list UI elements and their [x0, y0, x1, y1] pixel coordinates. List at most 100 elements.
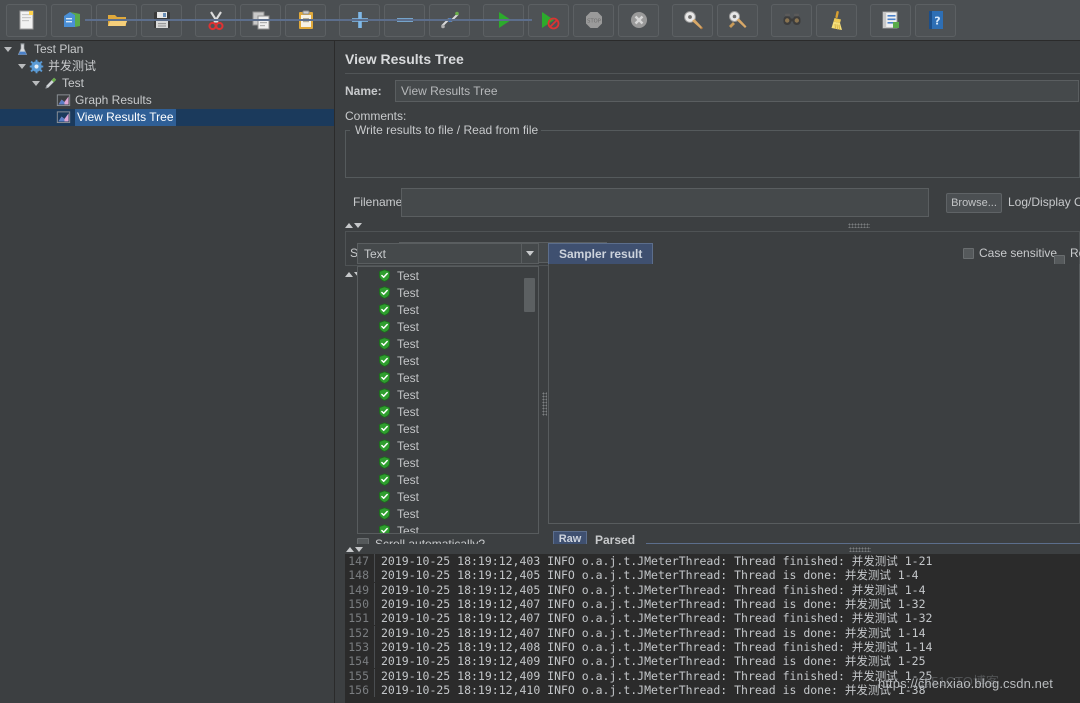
thread-group-icon: [29, 59, 44, 74]
success-shield-icon: [379, 422, 390, 435]
list-item[interactable]: Test: [358, 522, 538, 533]
success-shield-icon: [379, 320, 390, 333]
shutdown-icon: [630, 12, 647, 28]
log-line-number: 147: [345, 554, 375, 569]
tree-node-view-results-tree[interactable]: View Results Tree: [0, 109, 334, 126]
collapse-up-icon[interactable]: [346, 547, 354, 552]
tree-node-graph-results[interactable]: Graph Results: [0, 92, 334, 109]
function-helper-button[interactable]: [870, 3, 911, 37]
reset-search-button[interactable]: [816, 3, 857, 37]
svg-text:STOP: STOP: [587, 19, 601, 25]
success-shield-icon: [379, 371, 390, 384]
list-item[interactable]: Test: [358, 420, 538, 437]
filename-input[interactable]: [401, 188, 929, 217]
clear-button[interactable]: [672, 3, 713, 37]
list-item[interactable]: Test: [358, 505, 538, 522]
list-item[interactable]: Test: [358, 335, 538, 352]
log-line-text: 2019-10-25 18:19:12,410 INFO o.a.j.t.JMe…: [381, 682, 926, 697]
tree-node-label: Test Plan: [34, 42, 84, 56]
log-line-number: 154: [345, 654, 375, 669]
list-item[interactable]: Test: [358, 284, 538, 301]
collapse-up-icon[interactable]: [345, 223, 353, 228]
clear-all-button[interactable]: [717, 3, 758, 37]
list-item[interactable]: Test: [358, 437, 538, 454]
expand-arrow-icon[interactable]: [3, 44, 14, 55]
splitter-divider-top[interactable]: [345, 221, 1080, 230]
search-tree-button[interactable]: [771, 3, 812, 37]
tree-node-test-plan[interactable]: Test Plan: [0, 41, 334, 58]
log-line: 151 2019-10-25 18:19:12,407 INFO o.a.j.t.…: [345, 611, 1080, 625]
svg-text:?: ?: [934, 15, 940, 28]
success-shield-icon: [379, 303, 390, 316]
tree-node-label: Test: [62, 76, 85, 90]
list-item[interactable]: Test: [358, 454, 538, 471]
collapse-down-icon[interactable]: [355, 547, 363, 552]
start-no-pauses-icon: [541, 12, 559, 30]
success-shield-icon: [379, 473, 390, 486]
tree-node-label: Graph Results: [75, 93, 152, 107]
clear-all-icon: [728, 11, 746, 28]
results-list-scrollbar-thumb[interactable]: [524, 278, 535, 312]
new-button[interactable]: [6, 3, 47, 37]
collapse-up-icon[interactable]: [345, 272, 353, 277]
vertical-splitter-grip[interactable]: [542, 392, 547, 416]
name-label: Name:: [345, 84, 382, 98]
sampler-icon: [45, 77, 57, 89]
log-line: 154 2019-10-25 18:19:12,409 INFO o.a.j.t.…: [345, 654, 1080, 668]
function-helper-icon: [882, 11, 899, 29]
renderer-dropdown-button[interactable]: [521, 244, 538, 263]
search-icon: [783, 13, 800, 25]
log-line-number: 156: [345, 682, 375, 697]
page-title: View Results Tree: [345, 51, 464, 67]
list-item[interactable]: Test: [358, 403, 538, 420]
toolbar-separator-4: [661, 20, 670, 21]
expand-arrow-icon[interactable]: [31, 78, 42, 89]
help-button[interactable]: ?: [915, 3, 956, 37]
group-title: Write results to file / Read from file: [352, 123, 542, 137]
start-no-pauses-button[interactable]: [528, 3, 569, 37]
list-item-label: Test: [397, 455, 420, 470]
log-line: 150 2019-10-25 18:19:12,407 INFO o.a.j.t.…: [345, 597, 1080, 611]
splitter-grip[interactable]: [849, 547, 871, 552]
list-item-label: Test: [397, 489, 420, 504]
renderer-select[interactable]: Text: [357, 243, 539, 264]
splitter-grip[interactable]: [848, 223, 870, 228]
list-item-label: Test: [397, 268, 420, 283]
log-splitter-divider[interactable]: [345, 544, 1080, 554]
tree-node-thread-group[interactable]: 并发测试: [0, 58, 334, 75]
list-item[interactable]: Test: [358, 352, 538, 369]
test-plan-tree[interactable]: Test Plan 并发测试 Test Graph Results View R…: [0, 41, 335, 703]
list-item-label: Test: [397, 387, 420, 402]
list-item-label: Test: [397, 404, 420, 419]
help-icon: ?: [928, 11, 943, 29]
log-line-number: 150: [345, 597, 375, 612]
log-line-number: 149: [345, 582, 375, 597]
title-divider: [345, 73, 1080, 74]
watermark-url: https://chenxiao.blog.csdn.net: [878, 676, 1054, 691]
success-shield-icon: [379, 490, 390, 503]
list-item[interactable]: Test: [358, 369, 538, 386]
list-item[interactable]: Test: [358, 301, 538, 318]
list-item[interactable]: Test: [358, 471, 538, 488]
results-list[interactable]: Test Test Test Test Test Test Test Test Test Test…: [357, 266, 539, 534]
list-item[interactable]: Test: [358, 318, 538, 335]
name-input[interactable]: View Results Tree: [395, 80, 1079, 102]
tree-node-sampler[interactable]: Test: [0, 75, 334, 92]
stop-button[interactable]: STOP: [573, 3, 614, 37]
templates-icon: [63, 12, 80, 27]
log-line-number: 148: [345, 568, 375, 583]
list-item[interactable]: Test: [358, 267, 538, 284]
log-divider-arrows[interactable]: [346, 545, 1080, 554]
collapse-down-icon[interactable]: [354, 223, 362, 228]
expand-arrow-icon[interactable]: [17, 61, 28, 72]
browse-button[interactable]: Browse...: [946, 193, 1002, 213]
log-line: 153 2019-10-25 18:19:12,408 INFO o.a.j.t.…: [345, 639, 1080, 654]
filename-label: Filename: [353, 195, 403, 209]
sampler-result-body[interactable]: [548, 264, 1080, 524]
list-item[interactable]: Test: [358, 488, 538, 505]
tab-sampler-result[interactable]: Sampler result: [548, 243, 654, 264]
shutdown-button[interactable]: [618, 3, 659, 37]
log-line-number: 152: [345, 625, 375, 640]
list-item[interactable]: Test: [358, 386, 538, 403]
success-shield-icon: [379, 456, 390, 469]
